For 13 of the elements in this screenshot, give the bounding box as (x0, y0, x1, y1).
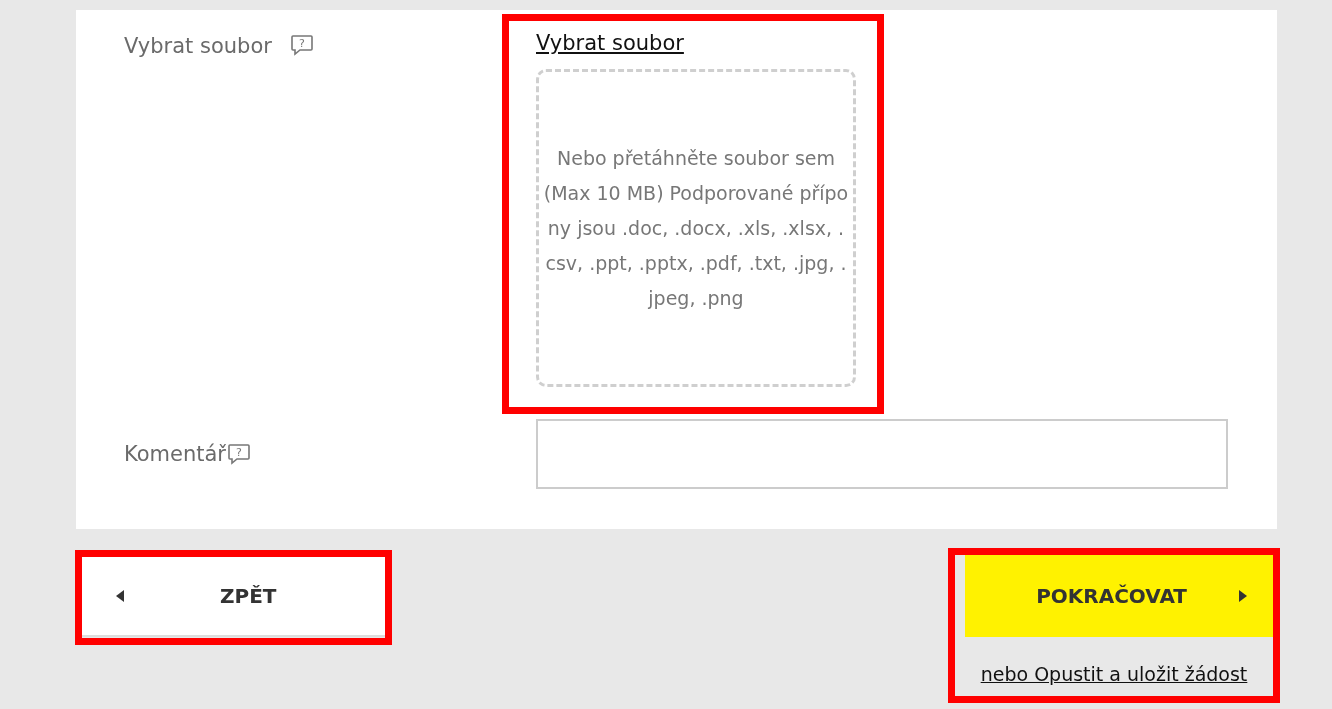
dropzone-text: Nebo přetáhněte soubor sem (Max 10 MB) Podporované přípony jsou .doc, .docx, .xls, .xlsx, .csv, .ppt, .pptx, .pdf, .txt, .jpg, .jpeg, .png (543, 145, 849, 311)
caret-right-icon (1239, 590, 1247, 602)
help-icon[interactable]: ? (289, 34, 314, 56)
choose-file-link[interactable]: Vybrat soubor (536, 31, 684, 55)
back-button[interactable]: ZPĚT (82, 557, 385, 637)
comment-field[interactable] (536, 419, 1228, 489)
field-label: Vybrat soubor (124, 34, 272, 58)
save-and-exit-link[interactable]: nebo Opustit a uložit žádost (980, 663, 1248, 685)
field-label: Komentář (124, 442, 226, 466)
caret-left-icon (116, 590, 124, 602)
help-icon[interactable]: ? (227, 443, 251, 465)
file-dropzone[interactable]: Nebo přetáhněte soubor sem (Max 10 MB) Podporované přípony jsou .doc, .docx, .xls, .xlsx, .csv, .ppt, .pptx, .pdf, .txt, .jpg, .jpeg, .png (536, 69, 856, 387)
continue-button[interactable]: POKRAČOVAT (965, 555, 1273, 637)
